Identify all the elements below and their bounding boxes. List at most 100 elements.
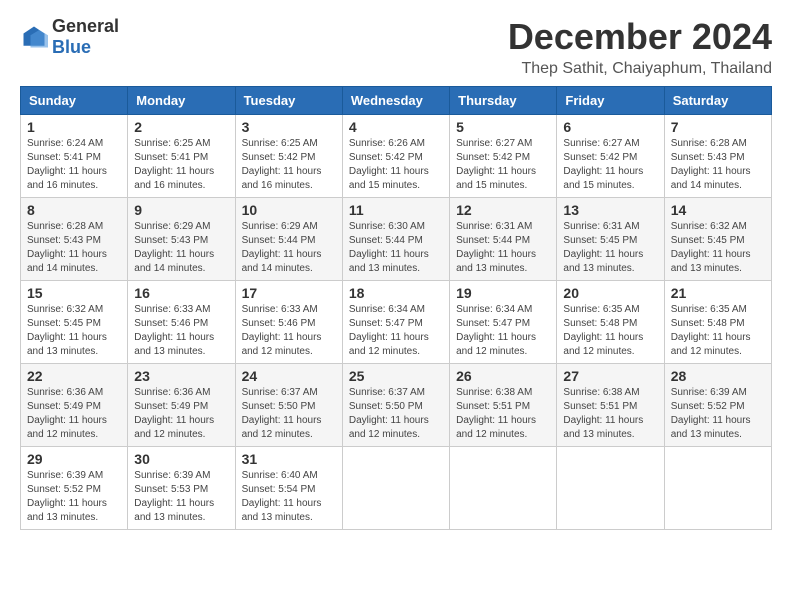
calendar-header-thursday: Thursday <box>450 87 557 115</box>
day-number: 18 <box>349 285 443 301</box>
calendar-cell: 25 Sunrise: 6:37 AMSunset: 5:50 PMDayligh… <box>342 364 449 447</box>
logo-icon <box>20 23 48 51</box>
logo-general: General <box>52 16 119 36</box>
calendar-cell: 8Sunrise: 6:28 AMSunset: 5:43 PMDaylight… <box>21 198 128 281</box>
calendar-cell: 24 Sunrise: 6:37 AMSunset: 5:50 PMDayligh… <box>235 364 342 447</box>
day-info: Sunrise: 6:27 AMSunset: 5:42 PMDaylight:… <box>456 137 550 193</box>
calendar-cell: 30Sunrise: 6:39 AMSunset: 5:53 PMDayligh… <box>128 447 235 530</box>
day-number: 7 <box>671 119 765 135</box>
calendar-body: 1 Sunrise: 6:24 AMSunset: 5:41 PMDaylight… <box>21 115 772 530</box>
month-title: December 2024 <box>508 16 772 58</box>
day-number: 9 <box>134 202 228 218</box>
calendar-cell: 10 Sunrise: 6:29 AMSunset: 5:44 PMDayligh… <box>235 198 342 281</box>
day-number: 27 <box>563 368 657 384</box>
day-number: 16 <box>134 285 228 301</box>
day-number: 15 <box>27 285 121 301</box>
calendar-header-wednesday: Wednesday <box>342 87 449 115</box>
calendar-cell: 7 Sunrise: 6:28 AMSunset: 5:43 PMDaylight… <box>664 115 771 198</box>
day-number: 28 <box>671 368 765 384</box>
day-info: Sunrise: 6:38 AMSunset: 5:51 PMDaylight:… <box>563 386 657 442</box>
day-info: Sunrise: 6:24 AMSunset: 5:41 PMDaylight:… <box>27 137 121 193</box>
calendar-cell: 15 Sunrise: 6:32 AMSunset: 5:45 PMDayligh… <box>21 281 128 364</box>
day-number: 22 <box>27 368 121 384</box>
day-info: Sunrise: 6:29 AMSunset: 5:43 PMDaylight:… <box>134 220 228 276</box>
calendar-cell: 1 Sunrise: 6:24 AMSunset: 5:41 PMDaylight… <box>21 115 128 198</box>
day-number: 17 <box>242 285 336 301</box>
day-number: 8 <box>27 202 121 218</box>
logo-blue: Blue <box>52 37 91 57</box>
calendar-header-sunday: Sunday <box>21 87 128 115</box>
day-number: 12 <box>456 202 550 218</box>
logo: General Blue <box>20 16 119 58</box>
day-info: Sunrise: 6:26 AMSunset: 5:42 PMDaylight:… <box>349 137 443 193</box>
day-info: Sunrise: 6:25 AMSunset: 5:41 PMDaylight:… <box>134 137 228 193</box>
calendar-header-friday: Friday <box>557 87 664 115</box>
calendar-cell: 14 Sunrise: 6:32 AMSunset: 5:45 PMDayligh… <box>664 198 771 281</box>
day-number: 13 <box>563 202 657 218</box>
calendar-week-row: 22 Sunrise: 6:36 AMSunset: 5:49 PMDayligh… <box>21 364 772 447</box>
calendar-cell: 27 Sunrise: 6:38 AMSunset: 5:51 PMDayligh… <box>557 364 664 447</box>
calendar-cell: 18Sunrise: 6:34 AMSunset: 5:47 PMDayligh… <box>342 281 449 364</box>
day-info: Sunrise: 6:36 AMSunset: 5:49 PMDaylight:… <box>134 386 228 442</box>
day-number: 3 <box>242 119 336 135</box>
calendar-cell <box>557 447 664 530</box>
day-number: 31 <box>242 451 336 467</box>
calendar-cell: 31 Sunrise: 6:40 AMSunset: 5:54 PMDayligh… <box>235 447 342 530</box>
day-info: Sunrise: 6:29 AMSunset: 5:44 PMDaylight:… <box>242 220 336 276</box>
day-number: 19 <box>456 285 550 301</box>
calendar-cell <box>342 447 449 530</box>
day-info: Sunrise: 6:36 AMSunset: 5:49 PMDaylight:… <box>27 386 121 442</box>
day-info: Sunrise: 6:33 AMSunset: 5:46 PMDaylight:… <box>134 303 228 359</box>
calendar-cell: 6Sunrise: 6:27 AMSunset: 5:42 PMDaylight… <box>557 115 664 198</box>
calendar-cell: 2 Sunrise: 6:25 AMSunset: 5:41 PMDaylight… <box>128 115 235 198</box>
calendar-cell: 20 Sunrise: 6:35 AMSunset: 5:48 PMDayligh… <box>557 281 664 364</box>
calendar-cell: 22 Sunrise: 6:36 AMSunset: 5:49 PMDayligh… <box>21 364 128 447</box>
calendar-cell: 29 Sunrise: 6:39 AMSunset: 5:52 PMDayligh… <box>21 447 128 530</box>
calendar-cell <box>450 447 557 530</box>
calendar-cell: 5Sunrise: 6:27 AMSunset: 5:42 PMDaylight… <box>450 115 557 198</box>
calendar-header-row: SundayMondayTuesdayWednesdayThursdayFrid… <box>21 87 772 115</box>
calendar-cell: 9 Sunrise: 6:29 AMSunset: 5:43 PMDaylight… <box>128 198 235 281</box>
calendar-cell: 16 Sunrise: 6:33 AMSunset: 5:46 PMDayligh… <box>128 281 235 364</box>
day-info: Sunrise: 6:39 AMSunset: 5:53 PMDaylight:… <box>134 469 228 525</box>
day-number: 26 <box>456 368 550 384</box>
day-info: Sunrise: 6:37 AMSunset: 5:50 PMDaylight:… <box>349 386 443 442</box>
calendar-table: SundayMondayTuesdayWednesdayThursdayFrid… <box>20 86 772 530</box>
day-info: Sunrise: 6:37 AMSunset: 5:50 PMDaylight:… <box>242 386 336 442</box>
day-info: Sunrise: 6:35 AMSunset: 5:48 PMDaylight:… <box>563 303 657 359</box>
day-number: 14 <box>671 202 765 218</box>
calendar-cell: 17 Sunrise: 6:33 AMSunset: 5:46 PMDayligh… <box>235 281 342 364</box>
day-info: Sunrise: 6:38 AMSunset: 5:51 PMDaylight:… <box>456 386 550 442</box>
day-number: 10 <box>242 202 336 218</box>
day-info: Sunrise: 6:30 AMSunset: 5:44 PMDaylight:… <box>349 220 443 276</box>
day-number: 25 <box>349 368 443 384</box>
day-info: Sunrise: 6:25 AMSunset: 5:42 PMDaylight:… <box>242 137 336 193</box>
day-info: Sunrise: 6:32 AMSunset: 5:45 PMDaylight:… <box>27 303 121 359</box>
day-info: Sunrise: 6:39 AMSunset: 5:52 PMDaylight:… <box>27 469 121 525</box>
day-number: 11 <box>349 202 443 218</box>
calendar-cell: 23Sunrise: 6:36 AMSunset: 5:49 PMDayligh… <box>128 364 235 447</box>
day-number: 21 <box>671 285 765 301</box>
calendar-cell: 11 Sunrise: 6:30 AMSunset: 5:44 PMDayligh… <box>342 198 449 281</box>
calendar-cell: 3 Sunrise: 6:25 AMSunset: 5:42 PMDaylight… <box>235 115 342 198</box>
calendar-cell: 4Sunrise: 6:26 AMSunset: 5:42 PMDaylight… <box>342 115 449 198</box>
day-info: Sunrise: 6:40 AMSunset: 5:54 PMDaylight:… <box>242 469 336 525</box>
day-number: 24 <box>242 368 336 384</box>
calendar-cell: 21Sunrise: 6:35 AMSunset: 5:48 PMDayligh… <box>664 281 771 364</box>
calendar-header-tuesday: Tuesday <box>235 87 342 115</box>
day-info: Sunrise: 6:28 AMSunset: 5:43 PMDaylight:… <box>671 137 765 193</box>
calendar-cell: 13Sunrise: 6:31 AMSunset: 5:45 PMDayligh… <box>557 198 664 281</box>
day-number: 2 <box>134 119 228 135</box>
day-number: 29 <box>27 451 121 467</box>
day-info: Sunrise: 6:32 AMSunset: 5:45 PMDaylight:… <box>671 220 765 276</box>
day-info: Sunrise: 6:34 AMSunset: 5:47 PMDaylight:… <box>456 303 550 359</box>
day-info: Sunrise: 6:33 AMSunset: 5:46 PMDaylight:… <box>242 303 336 359</box>
calendar-week-row: 1 Sunrise: 6:24 AMSunset: 5:41 PMDaylight… <box>21 115 772 198</box>
calendar-cell: 19 Sunrise: 6:34 AMSunset: 5:47 PMDayligh… <box>450 281 557 364</box>
calendar-header-monday: Monday <box>128 87 235 115</box>
day-number: 20 <box>563 285 657 301</box>
day-number: 1 <box>27 119 121 135</box>
day-info: Sunrise: 6:27 AMSunset: 5:42 PMDaylight:… <box>563 137 657 193</box>
calendar-week-row: 8Sunrise: 6:28 AMSunset: 5:43 PMDaylight… <box>21 198 772 281</box>
title-block: December 2024 Thep Sathit, Chaiyaphum, T… <box>508 16 772 78</box>
